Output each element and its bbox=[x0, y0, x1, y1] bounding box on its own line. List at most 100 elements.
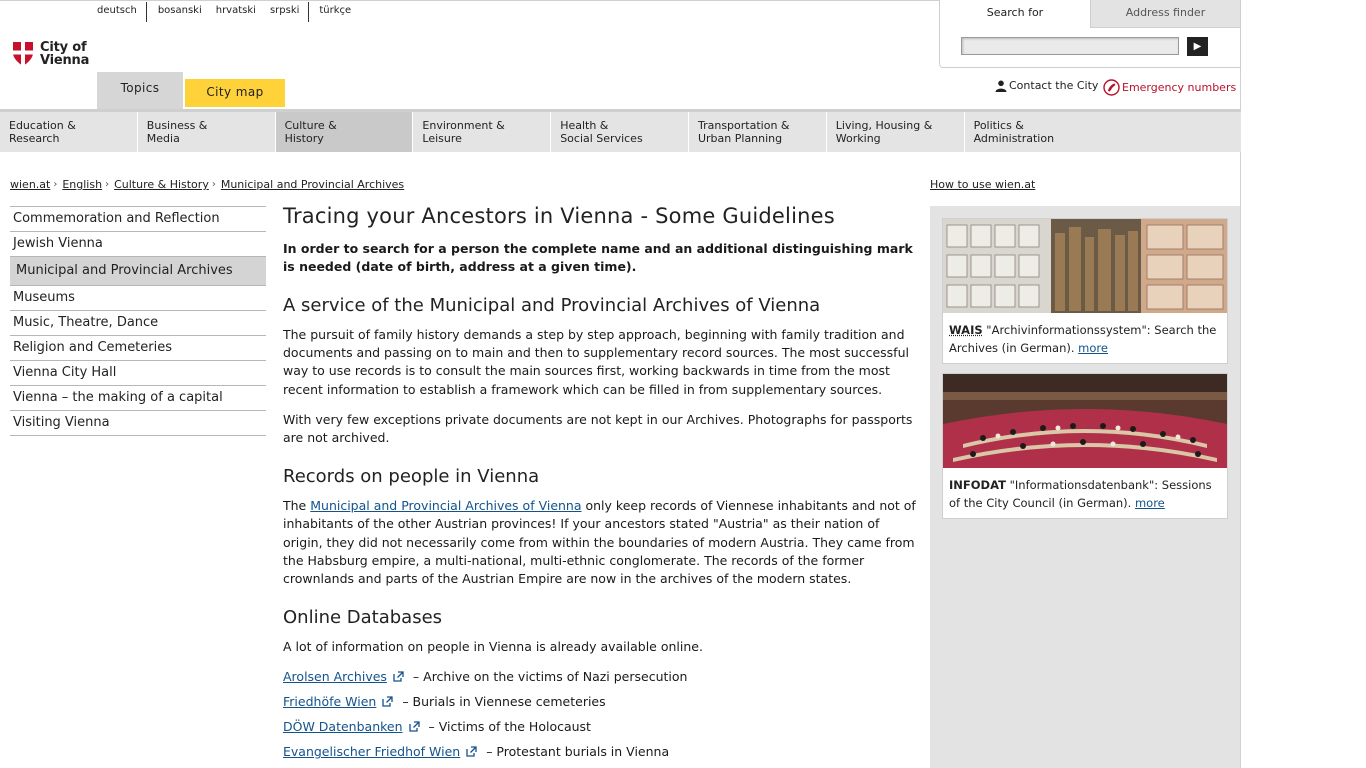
db-desc: – Protestant burials in Vienna bbox=[486, 744, 670, 760]
main-content: Tracing your Ancestors in Vienna - Some … bbox=[283, 204, 919, 768]
teaser-more-link[interactable]: more bbox=[1078, 341, 1108, 355]
phone-icon bbox=[1103, 79, 1120, 96]
paragraph-exceptions: With very few exceptions private documen… bbox=[283, 411, 913, 446]
nav-business-media[interactable]: Business & Media bbox=[138, 112, 276, 152]
contact-label: Contact the City bbox=[1009, 79, 1099, 92]
database-list: Arolsen Archives – Archive on the victim… bbox=[283, 669, 919, 768]
contact-link[interactable]: Contact the City bbox=[995, 79, 1098, 92]
sidebar-item-religion[interactable]: Religion and Cemeteries bbox=[10, 336, 266, 361]
heading-records: Records on people in Vienna bbox=[283, 466, 540, 488]
nav-line: History bbox=[284, 132, 324, 145]
breadcrumb-wien[interactable]: wien.at bbox=[10, 178, 50, 191]
external-link-icon bbox=[382, 696, 393, 708]
archives-link[interactable]: Municipal and Provincial Archives of Vie… bbox=[310, 498, 581, 513]
search-input[interactable] bbox=[961, 37, 1179, 55]
nav-culture-history[interactable]: Culture & History bbox=[275, 112, 414, 152]
nav-line: Business & bbox=[146, 119, 208, 132]
lang-turkce[interactable]: türkçe bbox=[309, 2, 360, 22]
nav-line: Politics & bbox=[973, 119, 1024, 132]
db-link-friedhoefe[interactable]: Friedhöfe Wien bbox=[283, 694, 376, 709]
teaser-more-link[interactable]: more bbox=[1135, 496, 1165, 510]
nav-line: Health & bbox=[560, 119, 609, 132]
sidebar-item-archives[interactable]: Municipal and Provincial Archives bbox=[10, 257, 266, 286]
search-submit-button[interactable]: ▶ bbox=[1187, 37, 1208, 56]
nav-line: Education & bbox=[9, 119, 76, 132]
db-link-doew[interactable]: DÖW Datenbanken bbox=[283, 719, 403, 734]
sidebar-item-commemoration[interactable]: Commemoration and Reflection bbox=[10, 207, 266, 232]
tab-search-for[interactable]: Search for bbox=[940, 0, 1090, 28]
city-council-image bbox=[943, 374, 1227, 468]
nav-line: Administration bbox=[973, 132, 1055, 145]
play-arrow-icon: ▶ bbox=[1193, 41, 1202, 52]
person-icon bbox=[995, 80, 1007, 92]
teaser-abbr: INFODAT bbox=[949, 478, 1006, 492]
emergency-label: Emergency numbers bbox=[1122, 81, 1237, 94]
page-title: Tracing your Ancestors in Vienna - Some … bbox=[283, 204, 835, 228]
emergency-link[interactable]: Emergency numbers bbox=[1103, 79, 1236, 96]
tab-city-map[interactable]: City map bbox=[185, 79, 285, 107]
tab-address-finder[interactable]: Address finder bbox=[1090, 0, 1241, 28]
sidebar-item-visiting[interactable]: Visiting Vienna bbox=[10, 411, 266, 436]
chevron-right-icon: › bbox=[211, 179, 216, 190]
nav-line: Social Services bbox=[560, 132, 643, 145]
nav-living-housing[interactable]: Living, Housing & Working bbox=[827, 112, 965, 152]
external-link-icon bbox=[466, 746, 477, 758]
how-to-use-link[interactable]: How to use wien.at bbox=[930, 178, 1035, 191]
teaser-wais-text: WAIS "Archivinformationssystem": Search … bbox=[943, 317, 1227, 363]
list-item: Arolsen Archives – Archive on the victim… bbox=[283, 669, 919, 694]
main-navigation: Education & Research Business & Media Cult… bbox=[0, 109, 1241, 152]
db-desc: – Archive on the victims of Nazi persecu… bbox=[412, 669, 688, 685]
sidebar-item-music-theatre[interactable]: Music, Theatre, Dance bbox=[10, 311, 266, 336]
list-item: Evangelischer Friedhof Wien – Protestant… bbox=[283, 744, 919, 768]
breadcrumb-archives[interactable]: Municipal and Provincial Archives bbox=[221, 178, 404, 191]
breadcrumb-english[interactable]: English bbox=[62, 178, 102, 191]
db-link-evangelisch[interactable]: Evangelischer Friedhof Wien bbox=[283, 744, 460, 759]
db-desc: – Burials in Viennese cemeteries bbox=[402, 694, 606, 710]
chevron-right-icon: › bbox=[105, 179, 110, 190]
paragraph-online: A lot of information on people in Vienna… bbox=[283, 639, 703, 655]
external-link-icon bbox=[408, 721, 420, 733]
nav-health-social[interactable]: Health & Social Services bbox=[551, 112, 689, 152]
heading-service: A service of the Municipal and Provincia… bbox=[283, 295, 821, 316]
nav-education-research[interactable]: Education & Research bbox=[0, 112, 138, 152]
external-link-icon bbox=[393, 671, 404, 683]
nav-environment-leisure[interactable]: Environment & Leisure bbox=[413, 112, 552, 152]
teaser-wais[interactable]: WAIS "Archivinformationssystem": Search … bbox=[942, 218, 1228, 364]
teaser-abbr: WAIS bbox=[949, 323, 983, 337]
lang-deutsch[interactable]: deutsch bbox=[88, 2, 147, 22]
lang-srpski[interactable]: srpski bbox=[262, 2, 310, 22]
sidebar-item-jewish-vienna[interactable]: Jewish Vienna bbox=[10, 232, 266, 257]
logo-text: City of Vienna bbox=[40, 41, 89, 67]
teaser-infodat[interactable]: INFODAT "Informationsdatenbank": Session… bbox=[942, 373, 1228, 519]
breadcrumb: wien.at › English › Culture & History › … bbox=[10, 178, 404, 191]
nav-line: Transportation & bbox=[697, 119, 790, 132]
city-logo[interactable]: City of Vienna bbox=[12, 41, 89, 67]
logo-line2: Vienna bbox=[40, 53, 90, 68]
nav-transportation-planning[interactable]: Transportation & Urban Planning bbox=[689, 112, 827, 152]
nav-line: Living, Housing & bbox=[835, 119, 933, 132]
heading-online: Online Databases bbox=[283, 607, 443, 629]
breadcrumb-culture-history[interactable]: Culture & History bbox=[114, 178, 209, 191]
lang-bosanski[interactable]: bosanski bbox=[147, 2, 208, 22]
nav-politics-administration[interactable]: Politics & Administration bbox=[965, 112, 1103, 152]
db-link-arolsen[interactable]: Arolsen Archives bbox=[283, 669, 387, 684]
nav-line: Urban Planning bbox=[697, 132, 783, 145]
language-bar: deutsch bosanski hrvatski srpski türkçe bbox=[88, 2, 360, 23]
paragraph-service: The pursuit of family history demands a … bbox=[283, 327, 909, 397]
archive-shelves-image bbox=[943, 219, 1227, 313]
db-desc: – Victims of the Holocaust bbox=[428, 719, 591, 735]
nav-line: Culture & bbox=[284, 119, 337, 132]
chevron-right-icon: › bbox=[53, 179, 58, 190]
nav-line: Working bbox=[835, 132, 881, 145]
lang-hrvatski[interactable]: hrvatski bbox=[208, 2, 262, 22]
sidebar-item-making-capital[interactable]: Vienna – the making of a capital bbox=[10, 386, 266, 411]
nav-line: Leisure bbox=[422, 132, 462, 145]
nav-line: Media bbox=[146, 132, 180, 145]
lead-text: In order to search for a person the comp… bbox=[283, 241, 913, 274]
tab-topics[interactable]: Topics bbox=[97, 72, 183, 110]
sidebar-nav: Commemoration and Reflection Jewish Vien… bbox=[10, 206, 266, 436]
sidebar-item-city-hall[interactable]: Vienna City Hall bbox=[10, 361, 266, 386]
page: deutsch bosanski hrvatski srpski türkçe … bbox=[0, 0, 1241, 768]
sidebar-item-museums[interactable]: Museums bbox=[10, 286, 266, 311]
search-panel: Search for Address finder ▶ bbox=[939, 0, 1241, 68]
